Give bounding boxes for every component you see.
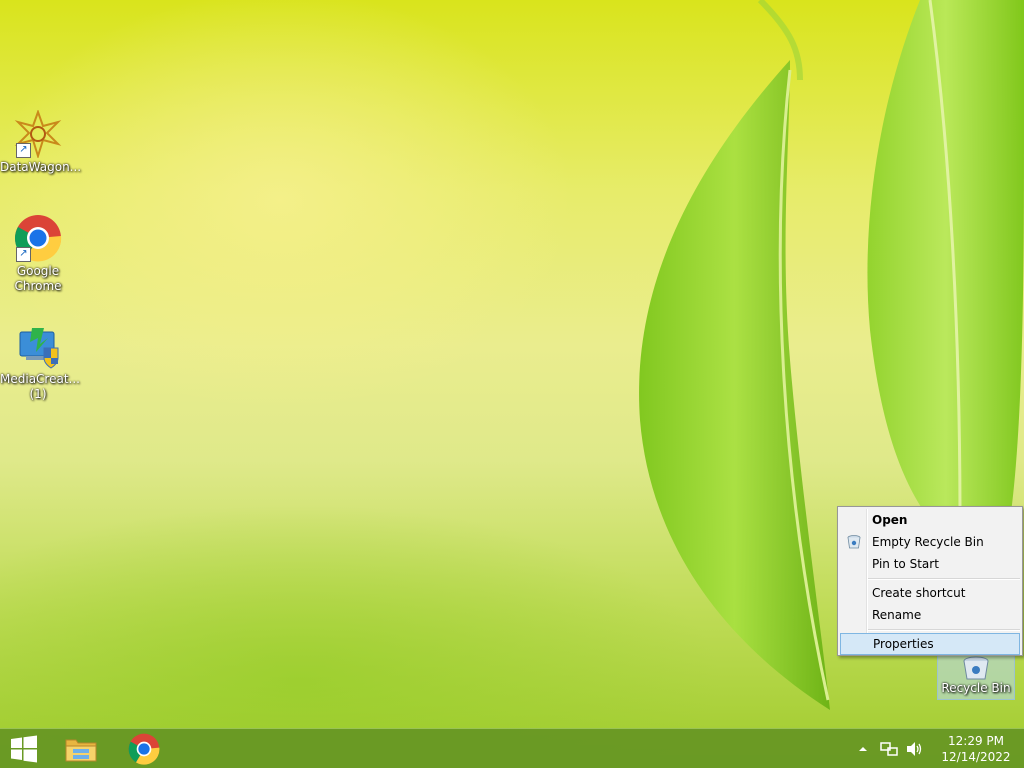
system-tray: 12:29 PM 12/14/2022 [850, 729, 1024, 768]
desktop-icon-label: DataWagon... [0, 160, 82, 174]
desktop-icon-datawagon[interactable]: ↗ DataWagon... [0, 109, 82, 175]
taskbar-clock[interactable]: 12:29 PM 12/14/2022 [934, 733, 1018, 765]
media-creation-tool-icon [14, 322, 62, 370]
clock-time: 12:29 PM [948, 734, 1004, 748]
recycle-bin-label: Recycle Bin [941, 681, 1011, 695]
desktop-icon-recycle-bin[interactable]: Recycle Bin [937, 652, 1015, 700]
menu-item-rename[interactable]: Rename [840, 604, 1020, 626]
menu-item-create-shortcut[interactable]: Create shortcut [840, 582, 1020, 604]
taskbar: 12:29 PM 12/14/2022 [0, 728, 1024, 768]
chrome-icon: ↗ [14, 214, 62, 262]
menu-item-label: Create shortcut [872, 586, 966, 600]
show-hidden-icons-chevron[interactable] [853, 739, 873, 759]
recycle-bin-icon [963, 656, 989, 680]
shortcut-arrow-icon: ↗ [16, 143, 31, 158]
file-explorer-icon [65, 739, 97, 762]
context-menu: Open Empty Recycle Bin Pin to Start Crea… [837, 506, 1023, 656]
menu-item-label: Rename [872, 608, 922, 622]
menu-item-properties[interactable]: Properties [840, 633, 1020, 655]
datawagon-icon: ↗ [14, 109, 62, 160]
windows-logo-icon [11, 735, 37, 763]
desktop-icon-label: MediaCreat... (1) [0, 372, 80, 401]
volume-icon[interactable] [905, 739, 925, 759]
menu-separator [868, 629, 1020, 631]
shortcut-arrow-icon: ↗ [16, 247, 31, 262]
desktop-icon-google-chrome[interactable]: ↗ Google Chrome [0, 214, 76, 294]
file-explorer-taskbar-button[interactable] [57, 729, 105, 768]
menu-item-label: Pin to Start [872, 557, 939, 571]
desktop-icon-media-creation-tool[interactable]: MediaCreat... (1) [0, 322, 80, 402]
menu-item-pin-to-start[interactable]: Pin to Start [840, 553, 1020, 575]
chrome-icon [128, 733, 160, 765]
chrome-taskbar-button[interactable] [120, 729, 168, 768]
desktop-icon-label: Google Chrome [14, 264, 62, 293]
menu-item-open[interactable]: Open [840, 509, 1020, 531]
recycle-bin-small-icon [846, 534, 862, 550]
menu-separator [868, 578, 1020, 580]
menu-item-label: Open [872, 513, 908, 527]
menu-item-label: Empty Recycle Bin [872, 535, 984, 549]
network-icon[interactable] [879, 739, 899, 759]
menu-item-empty-recycle-bin[interactable]: Empty Recycle Bin [840, 531, 1020, 553]
start-button[interactable] [0, 729, 48, 768]
menu-item-label: Properties [873, 637, 934, 651]
clock-date: 12/14/2022 [941, 750, 1011, 764]
desktop[interactable]: ↗ DataWagon... ↗ Google Chrome MediaCrea… [0, 0, 1024, 768]
